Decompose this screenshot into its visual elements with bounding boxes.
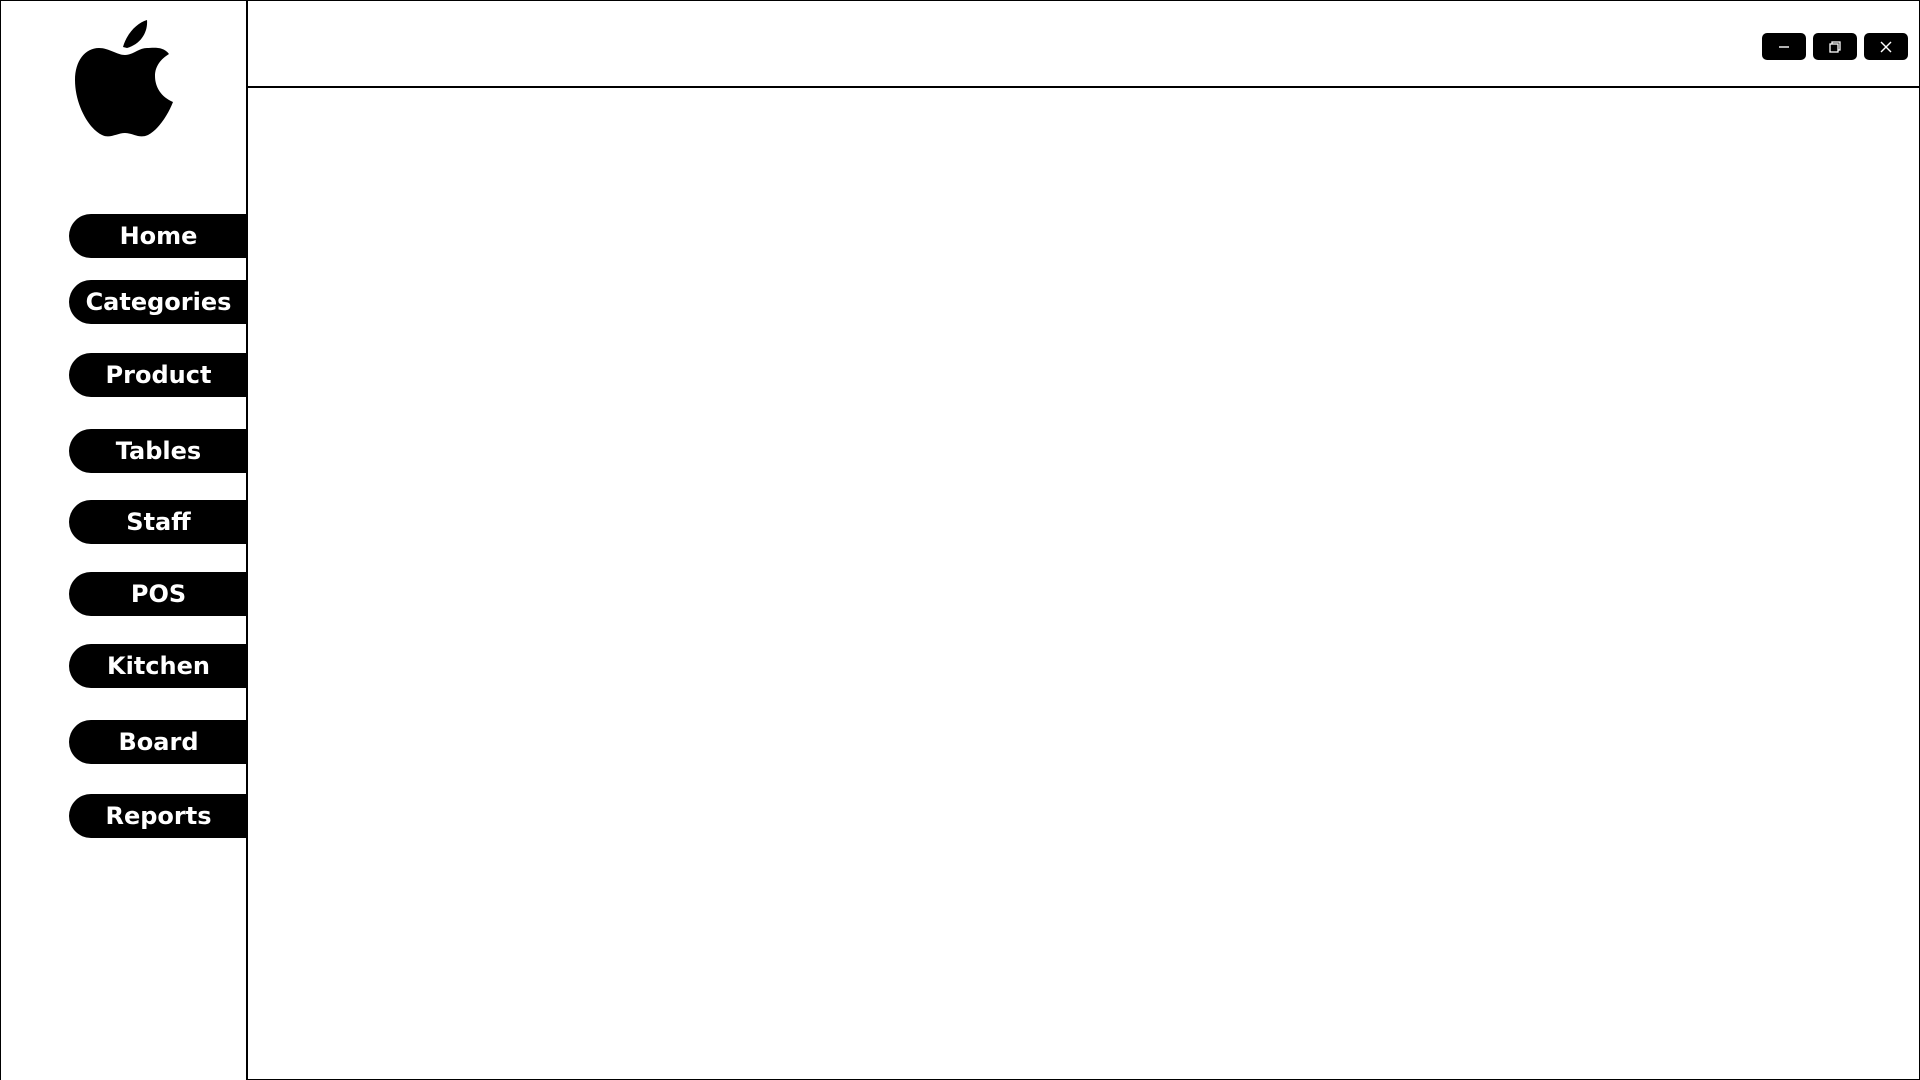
sidebar-item-reports[interactable]: Reports [69, 794, 248, 838]
restore-icon [1829, 40, 1841, 53]
sidebar-item-staff[interactable]: Staff [69, 500, 248, 544]
sidebar-item-product[interactable]: Product [69, 353, 248, 397]
sidebar-item-categories[interactable]: Categories [69, 280, 248, 324]
sidebar-item-home[interactable]: Home [69, 214, 248, 258]
title-bar [248, 1, 1919, 88]
app-window: Home Categories Product Tables Staff POS… [0, 0, 1920, 1080]
window-controls [1762, 33, 1908, 60]
apple-logo-icon [75, 17, 175, 141]
restore-button[interactable] [1813, 33, 1857, 60]
minimize-button[interactable] [1762, 33, 1806, 60]
sidebar: Home Categories Product Tables Staff POS… [1, 1, 248, 1080]
main-content-area [248, 88, 1919, 1079]
sidebar-item-pos[interactable]: POS [69, 572, 248, 616]
sidebar-item-kitchen[interactable]: Kitchen [69, 644, 248, 688]
close-icon [1880, 41, 1892, 52]
minimize-icon [1779, 45, 1789, 48]
close-button[interactable] [1864, 33, 1908, 60]
sidebar-item-tables[interactable]: Tables [69, 429, 248, 473]
sidebar-item-board[interactable]: Board [69, 720, 248, 764]
